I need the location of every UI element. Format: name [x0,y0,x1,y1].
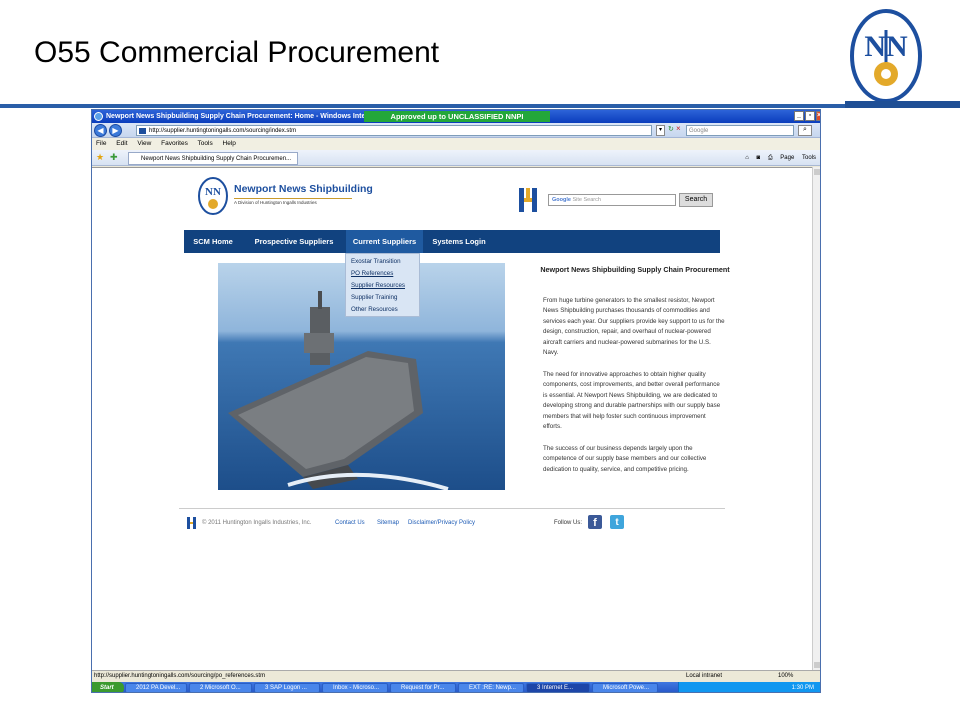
footer-copyright: © 2011 Huntington Ingalls Industries, In… [202,520,312,526]
security-zone: Local intranet [686,673,723,679]
refresh-icon[interactable]: ↻ [668,125,674,133]
add-favorite-icon[interactable]: ✚ [110,152,118,163]
nav-current-suppliers[interactable]: Current Suppliers [346,230,423,253]
window-title: Newport News Shipbuilding Supply Chain P… [106,113,386,120]
hii-logo-icon [519,188,537,212]
footer-link-sitemap[interactable]: Sitemap [377,520,399,526]
home-icon[interactable]: ⌂ [745,155,749,161]
site-search-button[interactable]: Search [679,193,713,207]
nav-prospective-suppliers[interactable]: Prospective Suppliers [242,230,346,253]
content-heading: Newport News Shipbuilding Supply Chain P… [540,265,730,274]
menu-help[interactable]: Help [223,140,236,147]
print-icon[interactable]: ⎙ [768,155,773,161]
dropdown-item-supplier-training[interactable]: Supplier Training [351,294,397,301]
taskbar-item[interactable]: 2012 PA Devel... [125,683,187,692]
browser-window: Newport News Shipbuilding Supply Chain P… [91,109,821,693]
window-titlebar: Newport News Shipbuilding Supply Chain P… [92,110,820,123]
tools-menu[interactable]: Tools [802,155,816,161]
menu-file[interactable]: File [96,140,106,147]
google-label: Google [552,197,571,203]
content-paragraph: The success of our business depends larg… [543,445,707,473]
address-bar: ◀ ▶ http://supplier.huntingtoningalls.co… [92,123,820,138]
system-tray: 1:30 PM [678,682,820,692]
dropdown-item-other-resources[interactable]: Other Resources [351,306,398,313]
site-brand-name: Newport News Shipbuilding [234,183,373,195]
scroll-down-icon[interactable] [814,662,820,668]
taskbar-item[interactable]: Request for Pr... [390,683,456,692]
url-dropdown-button[interactable]: ▾ [656,125,665,136]
site-brand-sub: A Division of Huntington Ingalls Industr… [234,200,317,205]
windows-taskbar: Start 2012 PA Devel... 2 Microsoft O... … [92,682,820,692]
menu-edit[interactable]: Edit [116,140,127,147]
minimize-button[interactable]: _ [794,111,804,121]
page-menu[interactable]: Page [780,155,794,161]
facebook-icon[interactable]: f [588,515,602,529]
dropdown-item-supplier-resources[interactable]: Supplier Resources [351,282,405,289]
site-search-placeholder: Site Search [572,197,601,203]
scroll-up-icon[interactable] [814,169,820,175]
command-bar: ⌂ ◙ ⎙ Page Tools [739,152,816,164]
site-nav: SCM Home Prospective Suppliers Current S… [184,230,720,253]
url-text: http://supplier.huntingtoningalls.com/so… [149,128,297,134]
site-favicon [139,128,146,134]
close-button[interactable]: × [816,111,820,121]
forward-button[interactable]: ▶ [109,124,122,137]
taskbar-item[interactable]: EXT :RE: Newp... [458,683,524,692]
slide-divider [0,104,960,108]
follow-us-label: Follow Us: [554,520,583,526]
ie-icon [94,112,103,121]
slide-title: O55 Commercial Procurement [34,36,440,69]
dropdown-item-po-references[interactable]: PO References [351,270,393,277]
menu-view[interactable]: View [137,140,151,147]
hii-footer-logo-icon [187,517,196,529]
footer-link-contact[interactable]: Contact Us [335,520,365,526]
stop-icon[interactable]: × [676,124,681,133]
classification-banner: Approved up to UNCLASSIFIED NNPI [364,111,550,122]
status-bar: http://supplier.huntingtoningalls.com/so… [92,670,820,682]
url-field[interactable]: http://supplier.huntingtoningalls.com/so… [136,125,652,136]
nns-logo-icon: NN [850,9,922,103]
feeds-icon[interactable]: ◙ [757,155,761,161]
dropdown-item-exostar[interactable]: Exostar Transition [351,258,401,265]
menu-favorites[interactable]: Favorites [161,140,188,147]
site-logo-icon[interactable]: NN [197,176,229,216]
taskbar-item[interactable]: Inbox - Microso... [322,683,388,692]
slide-divider-accent [845,101,960,108]
content-paragraph: From huge turbine generators to the smal… [543,297,725,357]
footer-divider [179,508,725,509]
back-button[interactable]: ◀ [94,124,107,137]
status-url: http://supplier.huntingtoningalls.com/so… [94,673,266,679]
menu-tools[interactable]: Tools [198,140,213,147]
browser-tab[interactable]: Newport News Shipbuilding Supply Chain P… [128,152,298,165]
tab-title: Newport News Shipbuilding Supply Chain P… [141,156,292,162]
nav-systems-login[interactable]: Systems Login [423,230,495,253]
content-paragraph: The need for innovative approaches to ob… [543,371,721,431]
current-suppliers-dropdown: Exostar Transition PO References Supplie… [345,253,420,317]
twitter-icon[interactable]: t [610,515,624,529]
site-search-input[interactable]: Google Site Search [548,194,676,206]
taskbar-item[interactable]: Microsoft Powe... [592,683,658,692]
taskbar-item[interactable]: 2 Microsoft O... [189,683,252,692]
taskbar-item-active[interactable]: 3 Internet E... [526,683,590,692]
favorites-bar: ★ ✚ Newport News Shipbuilding Supply Cha… [92,150,820,166]
maximize-button[interactable]: ▫ [805,111,815,121]
clock[interactable]: 1:30 PM [792,685,814,691]
menu-bar: File Edit View Favorites Tools Help [92,138,820,150]
start-button[interactable]: Start [92,682,124,692]
page-viewport: NN Newport News Shipbuilding A Division … [92,167,814,670]
vertical-scrollbar[interactable] [812,167,820,670]
zoom-level[interactable]: 100% [778,671,793,682]
svg-text:NN: NN [205,186,221,198]
footer-link-privacy[interactable]: Disclaimer/Privacy Policy [408,520,475,526]
taskbar-item[interactable]: 3 SAP Logon ... [254,683,320,692]
browser-search-icon[interactable]: ⌕ [798,125,812,136]
brand-rule [234,198,352,199]
favorites-star-icon[interactable]: ★ [96,152,104,163]
nav-scm-home[interactable]: SCM Home [184,230,242,253]
browser-search-input[interactable]: Google [686,125,794,136]
